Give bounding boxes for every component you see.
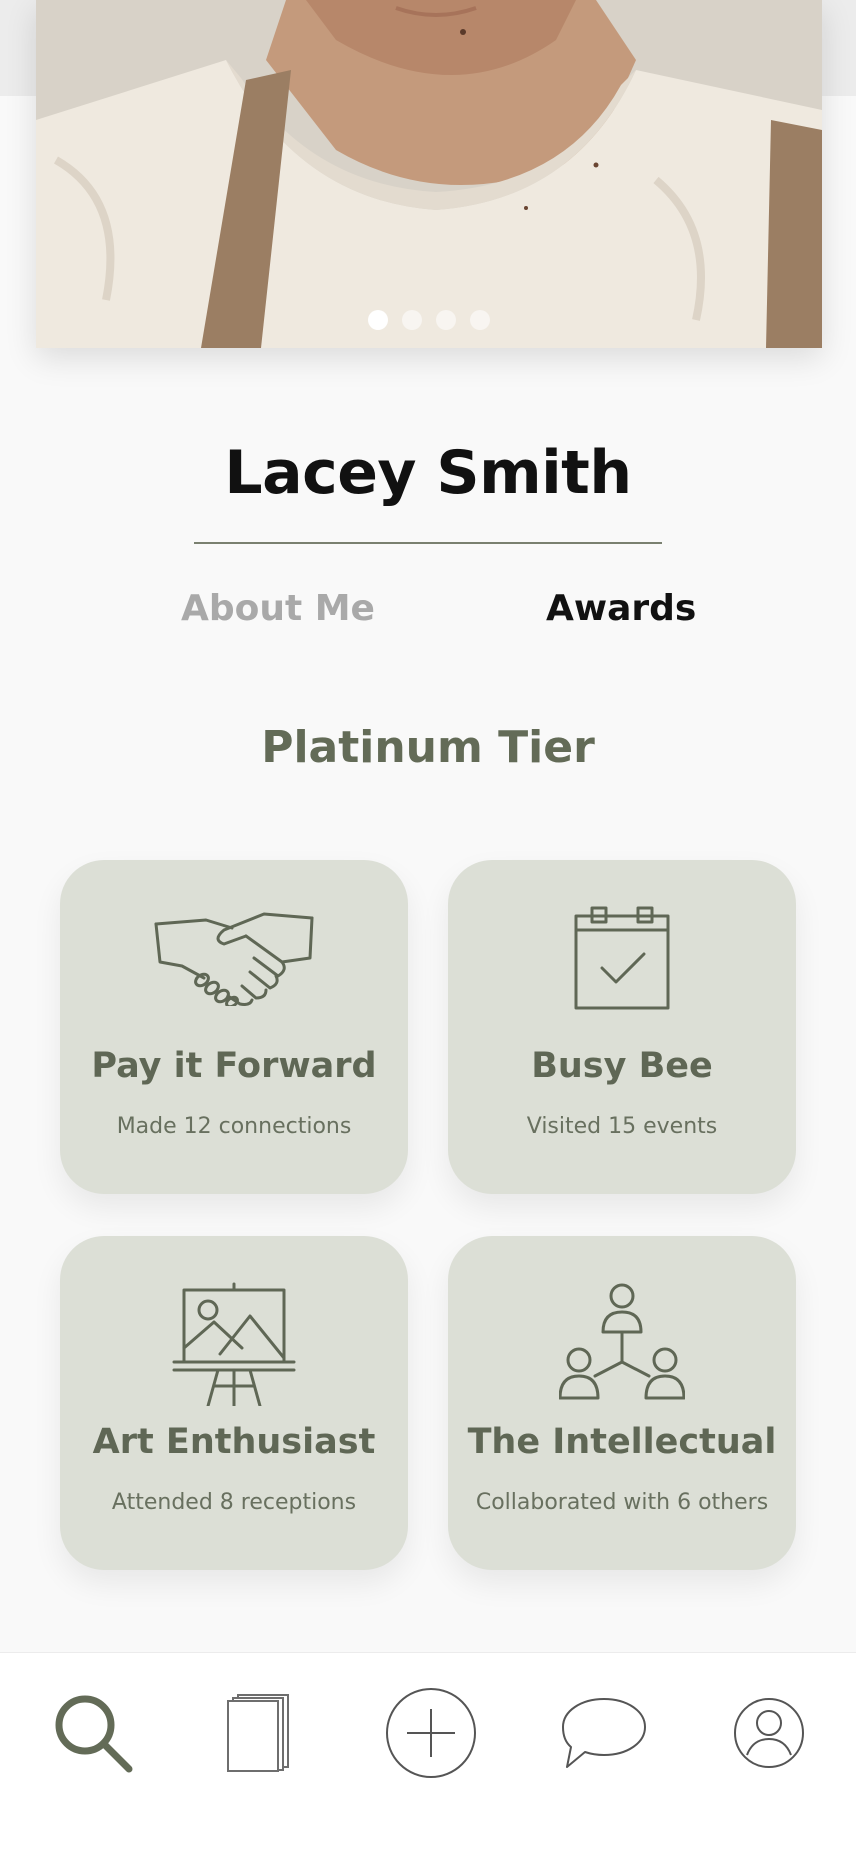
nav-add[interactable] xyxy=(371,1653,491,1813)
profile-screen: Lacey Smith About Me Awards Platinum Tie… xyxy=(0,0,856,1852)
carousel-dot[interactable] xyxy=(402,310,422,330)
profile-photo xyxy=(36,0,822,348)
tier-heading: Platinum Tier xyxy=(261,722,595,773)
award-card[interactable]: Pay it Forward Made 12 connections xyxy=(60,860,408,1194)
award-title: Pay it Forward xyxy=(91,1046,377,1086)
search-icon xyxy=(55,1695,133,1773)
tab-awards[interactable]: Awards xyxy=(546,588,696,629)
easel-painting-icon xyxy=(60,1282,408,1412)
award-title: Art Enthusiast xyxy=(92,1422,376,1462)
carousel-dot[interactable] xyxy=(470,310,490,330)
award-card[interactable]: Art Enthusiast Attended 8 receptions xyxy=(60,1236,408,1570)
add-circle-icon xyxy=(386,1688,476,1778)
nav-pages[interactable] xyxy=(198,1653,318,1813)
award-description: Attended 8 receptions xyxy=(111,1490,357,1515)
carousel-dot[interactable] xyxy=(436,310,456,330)
award-title: Busy Bee xyxy=(531,1046,713,1086)
profile-name: Lacey Smith xyxy=(224,438,632,508)
profile-icon xyxy=(734,1698,804,1768)
nav-search[interactable] xyxy=(33,1653,153,1813)
calendar-check-icon xyxy=(448,906,796,1036)
award-title: The Intellectual xyxy=(467,1422,777,1462)
bottom-nav xyxy=(0,1652,856,1852)
carousel-dot[interactable] xyxy=(368,310,388,330)
pages-icon xyxy=(227,1694,289,1772)
handshake-icon xyxy=(60,906,408,1036)
nav-profile[interactable] xyxy=(709,1653,829,1813)
network-people-icon xyxy=(448,1282,796,1412)
profile-photo-carousel[interactable] xyxy=(36,0,822,348)
award-description: Collaborated with 6 others xyxy=(475,1490,769,1515)
nav-messages[interactable] xyxy=(544,1653,664,1813)
name-divider xyxy=(194,542,662,544)
award-card[interactable]: The Intellectual Collaborated with 6 oth… xyxy=(448,1236,796,1570)
chat-bubble-icon xyxy=(562,1698,646,1768)
profile-tabs: About Me Awards xyxy=(0,588,856,638)
award-description: Visited 15 events xyxy=(526,1114,718,1139)
award-description: Made 12 connections xyxy=(116,1114,352,1139)
tab-about-me[interactable]: About Me xyxy=(181,588,375,629)
award-card[interactable]: Busy Bee Visited 15 events xyxy=(448,860,796,1194)
photo-pagination-dots xyxy=(36,310,822,330)
